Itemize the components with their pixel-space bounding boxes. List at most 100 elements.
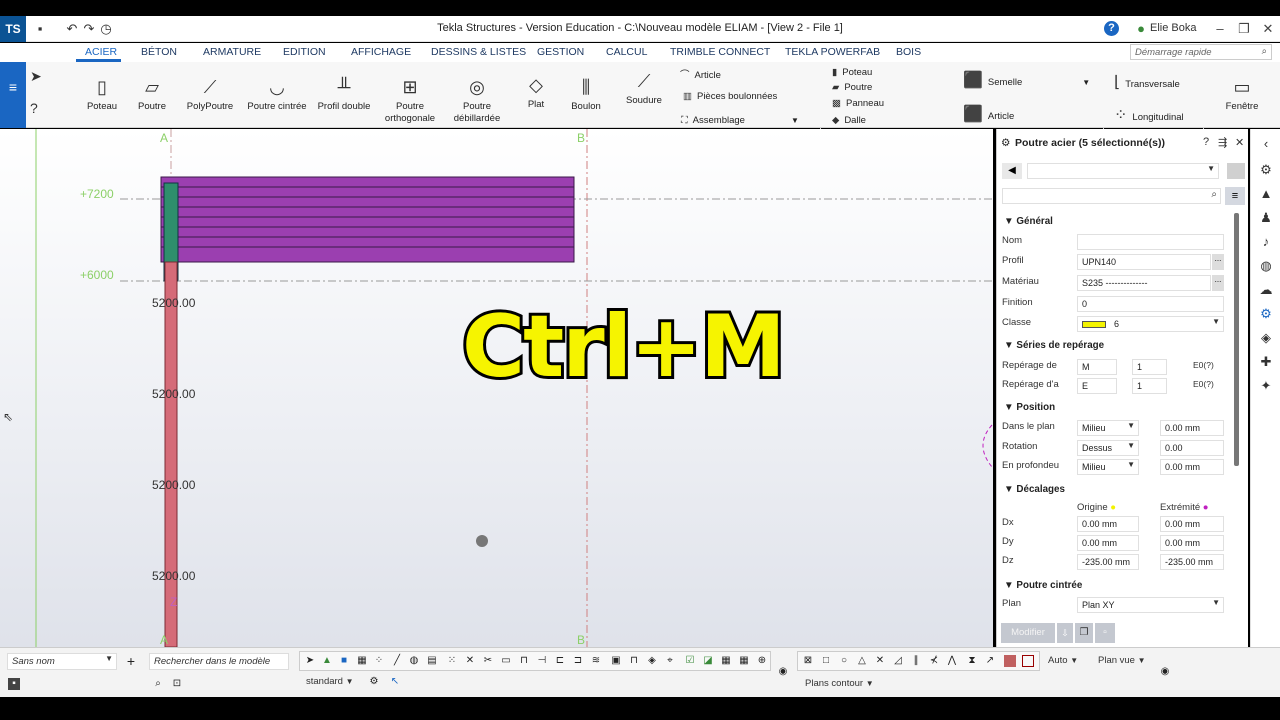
- snap-grid-icon[interactable]: ▤: [426, 655, 438, 667]
- preset-dropdown[interactable]: ▼: [1027, 163, 1219, 179]
- rep-de-num-input[interactable]: 1: [1132, 359, 1167, 375]
- redo-icon[interactable]: ↷: [81, 21, 97, 37]
- small-panneau[interactable]: ▩ Panneau: [832, 98, 884, 109]
- components-icon[interactable]: ✚: [1258, 354, 1274, 370]
- snap-standard-dropdown[interactable]: standard ▼: [302, 674, 360, 691]
- dy-end-input[interactable]: 0.00 mm: [1160, 535, 1224, 551]
- tab-affichage[interactable]: AFFICHAGE: [351, 46, 411, 58]
- materiau-browse-button[interactable]: ...: [1212, 275, 1224, 291]
- classe-dropdown[interactable]: 6 ▼: [1077, 316, 1224, 332]
- section-reperage[interactable]: ▼ Séries de repérage: [1004, 340, 1104, 351]
- small-longitudinal[interactable]: ⁘ Longitudinal: [1114, 105, 1184, 125]
- users-icon[interactable]: ♟: [1258, 210, 1274, 226]
- clear-properties-icon[interactable]: ▫: [1095, 623, 1115, 643]
- rotation-input[interactable]: 0.00: [1160, 440, 1224, 456]
- materiau-input[interactable]: S235 --------------: [1077, 275, 1211, 291]
- rep-da-num-input[interactable]: 1: [1132, 378, 1167, 394]
- curve-plane-dropdown[interactable]: Plan XY ▼: [1077, 597, 1224, 613]
- save-preset-icon[interactable]: [1227, 163, 1245, 179]
- tool-plat[interactable]: ◇ Plat: [515, 74, 557, 110]
- save-icon[interactable]: ▪: [32, 21, 48, 37]
- graduation-cap-icon[interactable]: ▲: [1258, 186, 1274, 202]
- section-poutre-cintree[interactable]: ▼ Poutre cintrée: [1004, 580, 1082, 591]
- chevron-down-icon[interactable]: ▼: [791, 116, 799, 125]
- snap-steps-icon[interactable]: ⊏: [554, 655, 566, 667]
- cloud-icon[interactable]: ☁: [1258, 282, 1274, 298]
- tool-polypoutre[interactable]: ⟋ PolyPoutre: [182, 76, 238, 112]
- depth-offset-input[interactable]: 0.00 mm: [1160, 459, 1224, 475]
- cube-icon[interactable]: ◈: [1258, 330, 1274, 346]
- select-part-icon[interactable]: ■: [338, 655, 350, 667]
- settings-icon[interactable]: ⚙: [1258, 162, 1274, 178]
- visibility-eye-icon[interactable]: ◉: [777, 666, 789, 678]
- beam-bundle[interactable]: [160, 176, 575, 263]
- color-frame-icon[interactable]: [1022, 655, 1034, 667]
- minimize-button[interactable]: –: [1210, 19, 1230, 39]
- model-search-input[interactable]: Rechercher dans le modèle: [149, 653, 289, 670]
- query-icon[interactable]: ?: [30, 100, 38, 116]
- chevron-down-icon[interactable]: ▼: [1082, 78, 1090, 87]
- snap-check-icon[interactable]: ☑: [684, 655, 696, 667]
- snap-settings-icon[interactable]: ⚙: [368, 676, 380, 688]
- snap-angle-icon[interactable]: ◪: [702, 655, 714, 667]
- triangle-icon[interactable]: △: [856, 655, 868, 667]
- list-menu-icon[interactable]: ≡: [1225, 187, 1245, 205]
- hourglass-icon[interactable]: ⧗: [966, 655, 978, 667]
- snap-line-icon[interactable]: ╱: [391, 655, 403, 667]
- snap-stair-icon[interactable]: ⊐: [572, 655, 584, 667]
- small-dalle[interactable]: ◆ Dalle: [832, 115, 866, 126]
- globe-icon[interactable]: ◍: [1258, 258, 1274, 274]
- column[interactable]: [164, 261, 178, 647]
- rotation-dropdown[interactable]: Dessus ▼: [1077, 440, 1139, 456]
- color-box-icon[interactable]: [1004, 655, 1016, 667]
- plans-contour-dropdown[interactable]: Plans contour ▼: [801, 676, 879, 693]
- modifier-button[interactable]: Modifier: [1001, 623, 1055, 643]
- small-semelle[interactable]: ⬛ Semelle ▼: [963, 70, 1090, 90]
- sparkle-icon[interactable]: ✦: [1258, 378, 1274, 394]
- tab-powerfab[interactable]: TEKLA POWERFAB: [785, 46, 880, 58]
- history-icon[interactable]: ◷: [98, 21, 114, 37]
- visibility-eye-icon[interactable]: ◉: [1159, 666, 1171, 678]
- copy-properties-icon[interactable]: ❐: [1075, 623, 1093, 643]
- tool-poutre-orthogonale[interactable]: ⊞ Poutre orthogonale: [378, 76, 442, 125]
- tab-beton[interactable]: BÉTON: [141, 46, 177, 58]
- close-panel-icon[interactable]: ✕: [1235, 136, 1244, 149]
- active-settings-icon[interactable]: ⚙: [1258, 306, 1274, 322]
- select-arrow-icon[interactable]: ➤: [30, 68, 42, 85]
- snap-frame-icon[interactable]: ⊓: [518, 655, 530, 667]
- rep-de-prefix-input[interactable]: M: [1077, 359, 1117, 375]
- snap-grid2-icon[interactable]: ▦: [720, 655, 732, 667]
- small-pieces-boulonnees[interactable]: ▥ Pièces boulonnées: [683, 91, 777, 102]
- select-icon[interactable]: ➤: [304, 655, 316, 667]
- small-assemblage[interactable]: ⛶ Assemblage ▼: [681, 115, 799, 126]
- snap-wave-icon[interactable]: ≋: [590, 655, 602, 667]
- finition-input[interactable]: 0: [1077, 296, 1224, 312]
- tool-fenetre[interactable]: ▭ Fenêtre: [1220, 76, 1264, 112]
- plan-offset-input[interactable]: 0.00 mm: [1160, 420, 1224, 436]
- select-assembly-icon[interactable]: ▲: [321, 655, 333, 667]
- tab-acier[interactable]: ACIER: [85, 46, 117, 58]
- tab-bois[interactable]: BOIS: [896, 46, 921, 58]
- profil-input[interactable]: UPN140: [1077, 254, 1211, 270]
- collapse-arrow-icon[interactable]: ‹: [1258, 136, 1274, 152]
- tool-poutre[interactable]: ▱ Poutre: [130, 76, 174, 112]
- panel-search-input[interactable]: ⌕: [1002, 188, 1221, 204]
- chevron-icon[interactable]: ⋀: [946, 655, 958, 667]
- snap-bar-icon[interactable]: ⊣: [536, 655, 548, 667]
- dx-origin-input[interactable]: 0.00 mm: [1077, 516, 1139, 532]
- tab-trimble[interactable]: TRIMBLE CONNECT: [670, 46, 770, 58]
- plan-dropdown[interactable]: Milieu ▼: [1077, 420, 1139, 436]
- depth-dropdown[interactable]: Milieu ▼: [1077, 459, 1139, 475]
- tab-calcul[interactable]: CALCUL: [606, 46, 647, 58]
- tool-profil-double[interactable]: ╨ Profil double: [314, 76, 374, 112]
- tool-soudure[interactable]: ⟋ Soudure: [620, 70, 668, 106]
- tool-poutre-debillardee[interactable]: ◎ Poutre débillardée: [448, 76, 506, 125]
- profil-browse-button[interactable]: ...: [1212, 254, 1224, 270]
- get-properties-icon[interactable]: ⇩: [1057, 623, 1073, 643]
- arrow-up-right-icon[interactable]: ↗: [984, 655, 996, 667]
- search-icon[interactable]: ⌕: [152, 678, 164, 690]
- snap-rect-icon[interactable]: ▭: [500, 655, 512, 667]
- snap-pointer-icon[interactable]: ↖: [389, 676, 401, 688]
- panel-scrollbar[interactable]: [1234, 213, 1239, 466]
- maximize-button[interactable]: ❐: [1234, 19, 1254, 39]
